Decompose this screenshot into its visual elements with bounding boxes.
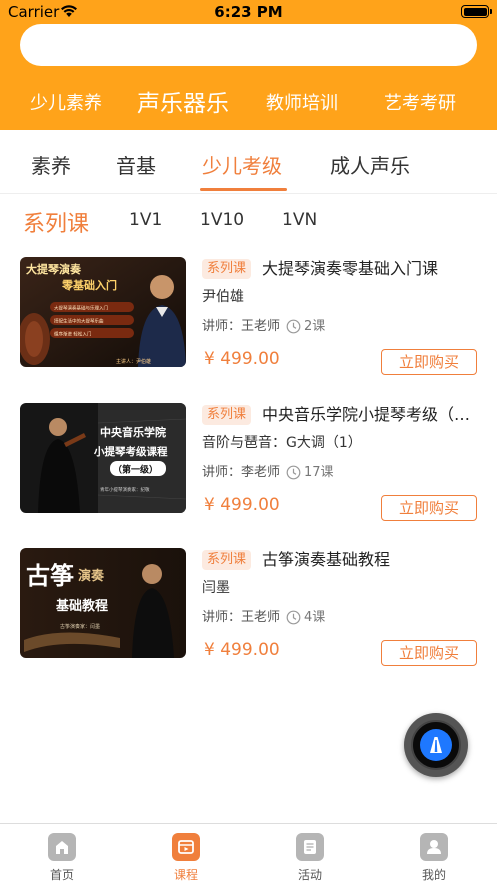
profile-icon — [420, 833, 448, 861]
clock-icon — [286, 610, 301, 625]
battery-icon — [461, 5, 492, 18]
navigation-icon — [420, 729, 452, 761]
clock-icon — [286, 465, 301, 480]
thumb-presenter: 古筝演奏家：闫墨 — [60, 623, 100, 630]
course-card[interactable]: 大提琴演奏 零基础入门 大提琴演奏基础与乐理入门 搭配生活中的大提琴乐曲 循序渐… — [0, 257, 497, 375]
thumb-title-line2: 基础教程 — [55, 598, 108, 614]
thumb-title-line1: 古筝 — [26, 561, 74, 590]
category-kids-literacy[interactable]: 少儿素养 — [30, 86, 102, 122]
course-card[interactable]: 中央音乐学院 小提琴考级课程 （第一级） 青年小提琴演奏家：纪敬 系列课 中央音… — [0, 403, 497, 521]
tab-music-basics[interactable]: 音基 — [116, 150, 156, 179]
course-thumbnail[interactable]: 中央音乐学院 小提琴考级课程 （第一级） 青年小提琴演奏家：纪敬 — [20, 403, 186, 513]
thumb-title-line3: （第一级） — [113, 464, 158, 476]
thumb-title-line1: 中央音乐学院 — [100, 425, 166, 439]
tabbar-home[interactable]: 首页 — [0, 824, 124, 883]
tabbar-profile-label: 我的 — [421, 868, 446, 882]
thumb-title-line1b: 演奏 — [78, 568, 105, 584]
tabbar-course[interactable]: 课程 — [124, 824, 248, 883]
course-card[interactable]: 古筝 演奏 基础教程 古筝演奏家：闫墨 系列课 古筝演奏基础教程 闫墨 讲师：王… — [0, 548, 497, 666]
category-nav: 少儿素养 声乐器乐 教师培训 艺考考研 — [0, 86, 497, 122]
tabbar-profile[interactable]: 我的 — [372, 824, 496, 883]
course-teacher: 讲师：王老师 — [202, 319, 281, 334]
tab-kids-grading[interactable]: 少儿考级 — [202, 150, 282, 179]
course-subtitle: 尹伯雄 — [202, 289, 244, 305]
buy-now-button[interactable]: 立即购买 — [381, 495, 477, 521]
bottom-tab-bar: 首页 课程 活动 我的 — [0, 823, 497, 883]
subtab-series[interactable]: 系列课 — [23, 206, 89, 238]
course-thumbnail[interactable]: 大提琴演奏 零基础入门 大提琴演奏基础与乐理入门 搭配生活中的大提琴乐曲 循序渐… — [20, 257, 186, 367]
thumb-pill-1: 大提琴演奏基础与乐理入门 — [54, 305, 108, 312]
tabbar-course-label: 课程 — [173, 868, 198, 882]
tabbar-home-label: 首页 — [49, 868, 74, 882]
header: 少儿素养 声乐器乐 教师培训 艺考考研 — [0, 24, 497, 130]
lesson-count: 4课 — [304, 610, 326, 625]
buy-now-button[interactable]: 立即购买 — [381, 640, 477, 666]
series-tag: 系列课 — [202, 550, 252, 570]
course-type-tabs: 系列课 1V1 1V10 1VN — [0, 204, 497, 242]
course-price: ¥ 499.00 — [204, 349, 280, 369]
thumb-presenter: 青年小提琴演奏家：纪敬 — [100, 486, 150, 493]
category-vocal-instrumental[interactable]: 声乐器乐 — [137, 86, 229, 122]
series-tag: 系列课 — [202, 405, 252, 425]
floating-action-button[interactable] — [404, 713, 468, 777]
clock-time: 6:23 PM — [214, 3, 283, 21]
search-input[interactable] — [20, 24, 477, 66]
tab-literacy[interactable]: 素养 — [31, 150, 71, 179]
subtab-1v10[interactable]: 1V10 — [200, 210, 244, 230]
course-title[interactable]: 大提琴演奏零基础入门课 — [262, 257, 472, 281]
course-price: ¥ 499.00 — [204, 640, 280, 660]
series-tag: 系列课 — [202, 259, 252, 279]
course-title[interactable]: 中央音乐学院小提琴考级（第一级） — [262, 403, 472, 427]
buy-now-button[interactable]: 立即购买 — [381, 349, 477, 375]
course-price: ¥ 499.00 — [204, 495, 280, 515]
tabbar-activity-label: 活动 — [297, 868, 322, 882]
course-teacher: 讲师：王老师 — [202, 610, 281, 625]
floating-button-ring — [411, 720, 461, 770]
clock-icon — [286, 319, 301, 334]
category-teacher-training[interactable]: 教师培训 — [266, 86, 338, 122]
thumb-title-line2: 零基础入门 — [61, 278, 117, 292]
lesson-count: 17课 — [304, 465, 334, 480]
subtab-1v1[interactable]: 1V1 — [129, 210, 162, 230]
subtab-1vn[interactable]: 1VN — [282, 210, 317, 230]
course-subtitle: 闫墨 — [202, 580, 230, 596]
thumb-pill-3: 循序渐进 轻松入门 — [54, 331, 92, 338]
thumb-title-line2: 小提琴考级课程 — [93, 445, 168, 458]
course-teacher: 讲师：李老师 — [202, 465, 281, 480]
lesson-count: 2课 — [304, 319, 326, 334]
activity-icon — [296, 833, 324, 861]
thumb-presenter: 主讲人：尹伯雄 — [116, 358, 151, 365]
tabbar-activity[interactable]: 活动 — [248, 824, 372, 883]
thumb-title-line1: 大提琴演奏 — [26, 262, 82, 276]
tab-adult-vocal[interactable]: 成人声乐 — [330, 150, 410, 179]
course-tabs: 素养 音基 少儿考级 成人声乐 — [0, 130, 497, 194]
category-art-exam[interactable]: 艺考考研 — [384, 86, 456, 122]
course-title[interactable]: 古筝演奏基础教程 — [262, 548, 472, 572]
course-icon — [172, 833, 200, 861]
active-tab-indicator — [200, 188, 287, 191]
course-subtitle: 音阶与琶音：G大调（1） — [202, 435, 362, 451]
status-bar: Carrier 6:23 PM — [0, 0, 497, 24]
course-thumbnail[interactable]: 古筝 演奏 基础教程 古筝演奏家：闫墨 — [20, 548, 186, 658]
home-icon — [48, 833, 76, 861]
thumb-pill-2: 搭配生活中的大提琴乐曲 — [54, 318, 104, 325]
